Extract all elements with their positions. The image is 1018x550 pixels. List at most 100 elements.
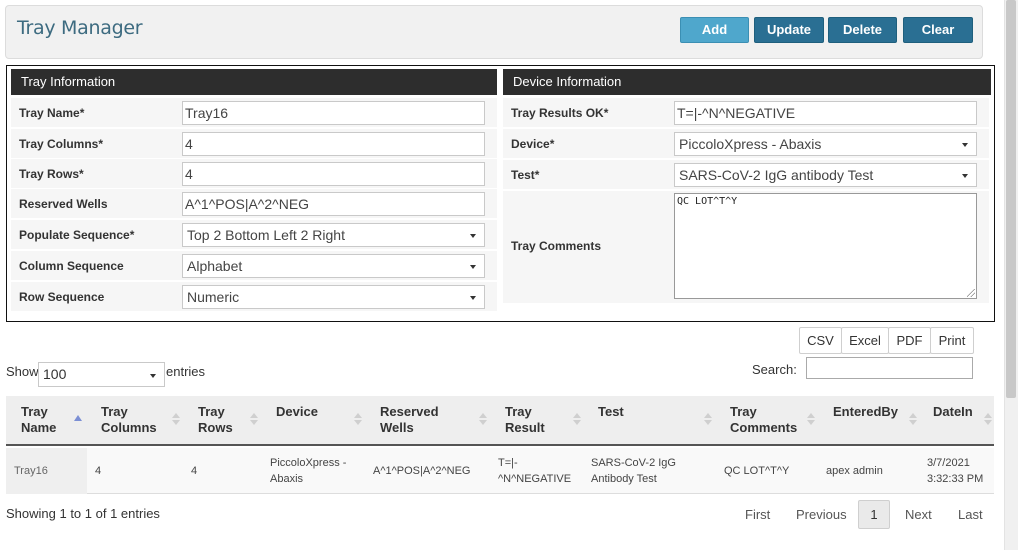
header-line: Reserved: [380, 404, 439, 419]
tray-information-heading: Tray Information: [11, 69, 497, 95]
pdf-button[interactable]: PDF: [888, 327, 931, 354]
page-scrollbar[interactable]: [1004, 0, 1018, 550]
col-header-tray-result[interactable]: Tray Result: [505, 404, 545, 436]
tray-results-ok-label: Tray Results OK*: [511, 106, 609, 120]
tray-comments-textarea[interactable]: QC LOT^T^Y: [674, 193, 977, 299]
tray-form-panel: Tray Information Device Information Tray…: [6, 65, 995, 322]
tray-comments-label: Tray Comments: [511, 239, 602, 253]
cell-line: Abaxis: [270, 473, 304, 485]
col-header-test[interactable]: Test: [598, 404, 624, 420]
pagination-previous[interactable]: Previous: [796, 507, 847, 522]
header-line: Comments: [730, 420, 798, 435]
test-value: SARS-CoV-2 IgG antibody Test: [679, 167, 874, 183]
header-line: Tray: [505, 404, 532, 419]
sort-ascending-icon: [74, 415, 82, 421]
pagination-last[interactable]: Last: [958, 507, 983, 522]
tray-columns-label: Tray Columns*: [19, 137, 104, 151]
page-length-select[interactable]: 100: [38, 362, 165, 387]
add-button[interactable]: Add: [680, 17, 749, 43]
chevron-down-icon: [470, 265, 476, 269]
tray-name-input[interactable]: Tray16: [182, 101, 485, 125]
reserved-wells-label: Reserved Wells: [19, 197, 108, 211]
header-line: Tray: [101, 404, 128, 419]
chevron-down-icon: [150, 374, 156, 378]
test-select[interactable]: SARS-CoV-2 IgG antibody Test: [674, 163, 977, 187]
col-header-tray-columns[interactable]: Tray Columns: [101, 404, 157, 436]
chevron-down-icon: [470, 234, 476, 238]
cell-line: PiccoloXpress -: [270, 457, 347, 469]
header-line: Tray: [21, 404, 48, 419]
populate-sequence-value: Top 2 Bottom Left 2 Right: [187, 227, 345, 243]
row-sequence-value: Numeric: [187, 289, 240, 305]
col-header-tray-comments[interactable]: Tray Comments: [730, 404, 797, 436]
print-button[interactable]: Print: [930, 327, 974, 354]
search-input[interactable]: [806, 357, 973, 379]
device-select[interactable]: PiccoloXpress - Abaxis: [674, 132, 977, 156]
tray-results-ok-input[interactable]: T=|-^N^NEGATIVE: [674, 101, 977, 125]
header-line: DateIn: [933, 404, 973, 419]
col-header-device[interactable]: Device: [276, 404, 318, 420]
sort-icon: [172, 413, 180, 425]
show-label: Show: [6, 364, 39, 379]
table-row[interactable]: Tray16 4 4 PiccoloXpress - Abaxis A^1^POS…: [6, 448, 994, 494]
device-value: PiccoloXpress - Abaxis: [679, 136, 822, 152]
tray-columns-row: Tray Columns* 4: [11, 129, 497, 158]
pagination-next[interactable]: Next: [905, 507, 932, 522]
device-label: Device*: [511, 137, 555, 151]
cell-entered-by: apex admin: [826, 465, 883, 477]
col-header-tray-name[interactable]: Tray Name: [21, 404, 56, 436]
pagination-current-page[interactable]: 1: [858, 500, 890, 529]
header-line: Result: [505, 420, 545, 435]
cell-line: SARS-CoV-2 IgG: [591, 457, 676, 469]
column-sequence-row: Column Sequence Alphabet: [11, 251, 497, 280]
header-line: Tray: [730, 404, 757, 419]
populate-sequence-select[interactable]: Top 2 Bottom Left 2 Right: [182, 223, 485, 247]
chevron-down-icon: [470, 296, 476, 300]
col-header-entered-by[interactable]: EnteredBy: [833, 404, 898, 420]
csv-button[interactable]: CSV: [799, 327, 842, 354]
clear-button[interactable]: Clear: [903, 17, 973, 43]
header-line: Rows: [198, 420, 233, 435]
col-header-tray-rows[interactable]: Tray Rows: [198, 404, 233, 436]
excel-button[interactable]: Excel: [841, 327, 889, 354]
tray-columns-input[interactable]: 4: [182, 132, 485, 156]
header-line: Wells: [380, 420, 414, 435]
tray-rows-input[interactable]: 4: [182, 162, 485, 186]
sort-icon: [909, 413, 917, 425]
sort-icon: [573, 413, 581, 425]
tray-name-row: Tray Name* Tray16: [11, 98, 497, 127]
update-button[interactable]: Update: [754, 17, 824, 43]
cell-line: T=|-: [498, 457, 518, 469]
sort-icon: [704, 413, 712, 425]
scrollbar-thumb[interactable]: [1006, 0, 1016, 398]
column-sequence-select[interactable]: Alphabet: [182, 254, 485, 278]
device-row: Device* PiccoloXpress - Abaxis: [503, 129, 989, 158]
row-sequence-select[interactable]: Numeric: [182, 285, 485, 309]
row-sequence-row: Row Sequence Numeric: [11, 282, 497, 311]
header-line: Device: [276, 404, 318, 419]
row-sequence-label: Row Sequence: [19, 290, 105, 304]
resize-grip-icon[interactable]: [967, 289, 975, 297]
cell-tray-rows: 4: [191, 465, 198, 477]
table-info: Showing 1 to 1 of 1 entries: [6, 506, 160, 521]
header-line: Test: [598, 404, 624, 419]
col-header-date-in[interactable]: DateIn: [933, 404, 973, 420]
reserved-wells-input[interactable]: A^1^POS|A^2^NEG: [182, 192, 485, 216]
page-title: Tray Manager: [17, 17, 143, 39]
cell-date-in: 3/7/2021 3:32:33 PM: [927, 455, 983, 487]
pagination-first[interactable]: First: [745, 507, 770, 522]
reserved-wells-row: Reserved Wells A^1^POS|A^2^NEG: [11, 189, 497, 218]
delete-button[interactable]: Delete: [828, 17, 897, 43]
cell-line: 3/7/2021: [927, 457, 970, 469]
cell-tray-columns: 4: [95, 465, 102, 477]
test-row: Test* SARS-CoV-2 IgG antibody Test: [503, 160, 989, 189]
header-line: Name: [21, 420, 57, 435]
sort-icon: [984, 413, 992, 425]
tray-comments-row: Tray Comments QC LOT^T^Y: [503, 191, 989, 303]
table-header: Tray Name Tray Columns Tray Rows Device Res…: [6, 396, 994, 446]
header-panel: Tray Manager Add Update Delete Clear: [5, 5, 983, 59]
test-label: Test*: [511, 168, 540, 182]
cell-tray-result: T=|- ^N^NEGATIVE: [498, 455, 571, 487]
tray-results-ok-row: Tray Results OK* T=|-^N^NEGATIVE: [503, 98, 989, 127]
col-header-reserved-wells[interactable]: Reserved Wells: [380, 404, 439, 436]
